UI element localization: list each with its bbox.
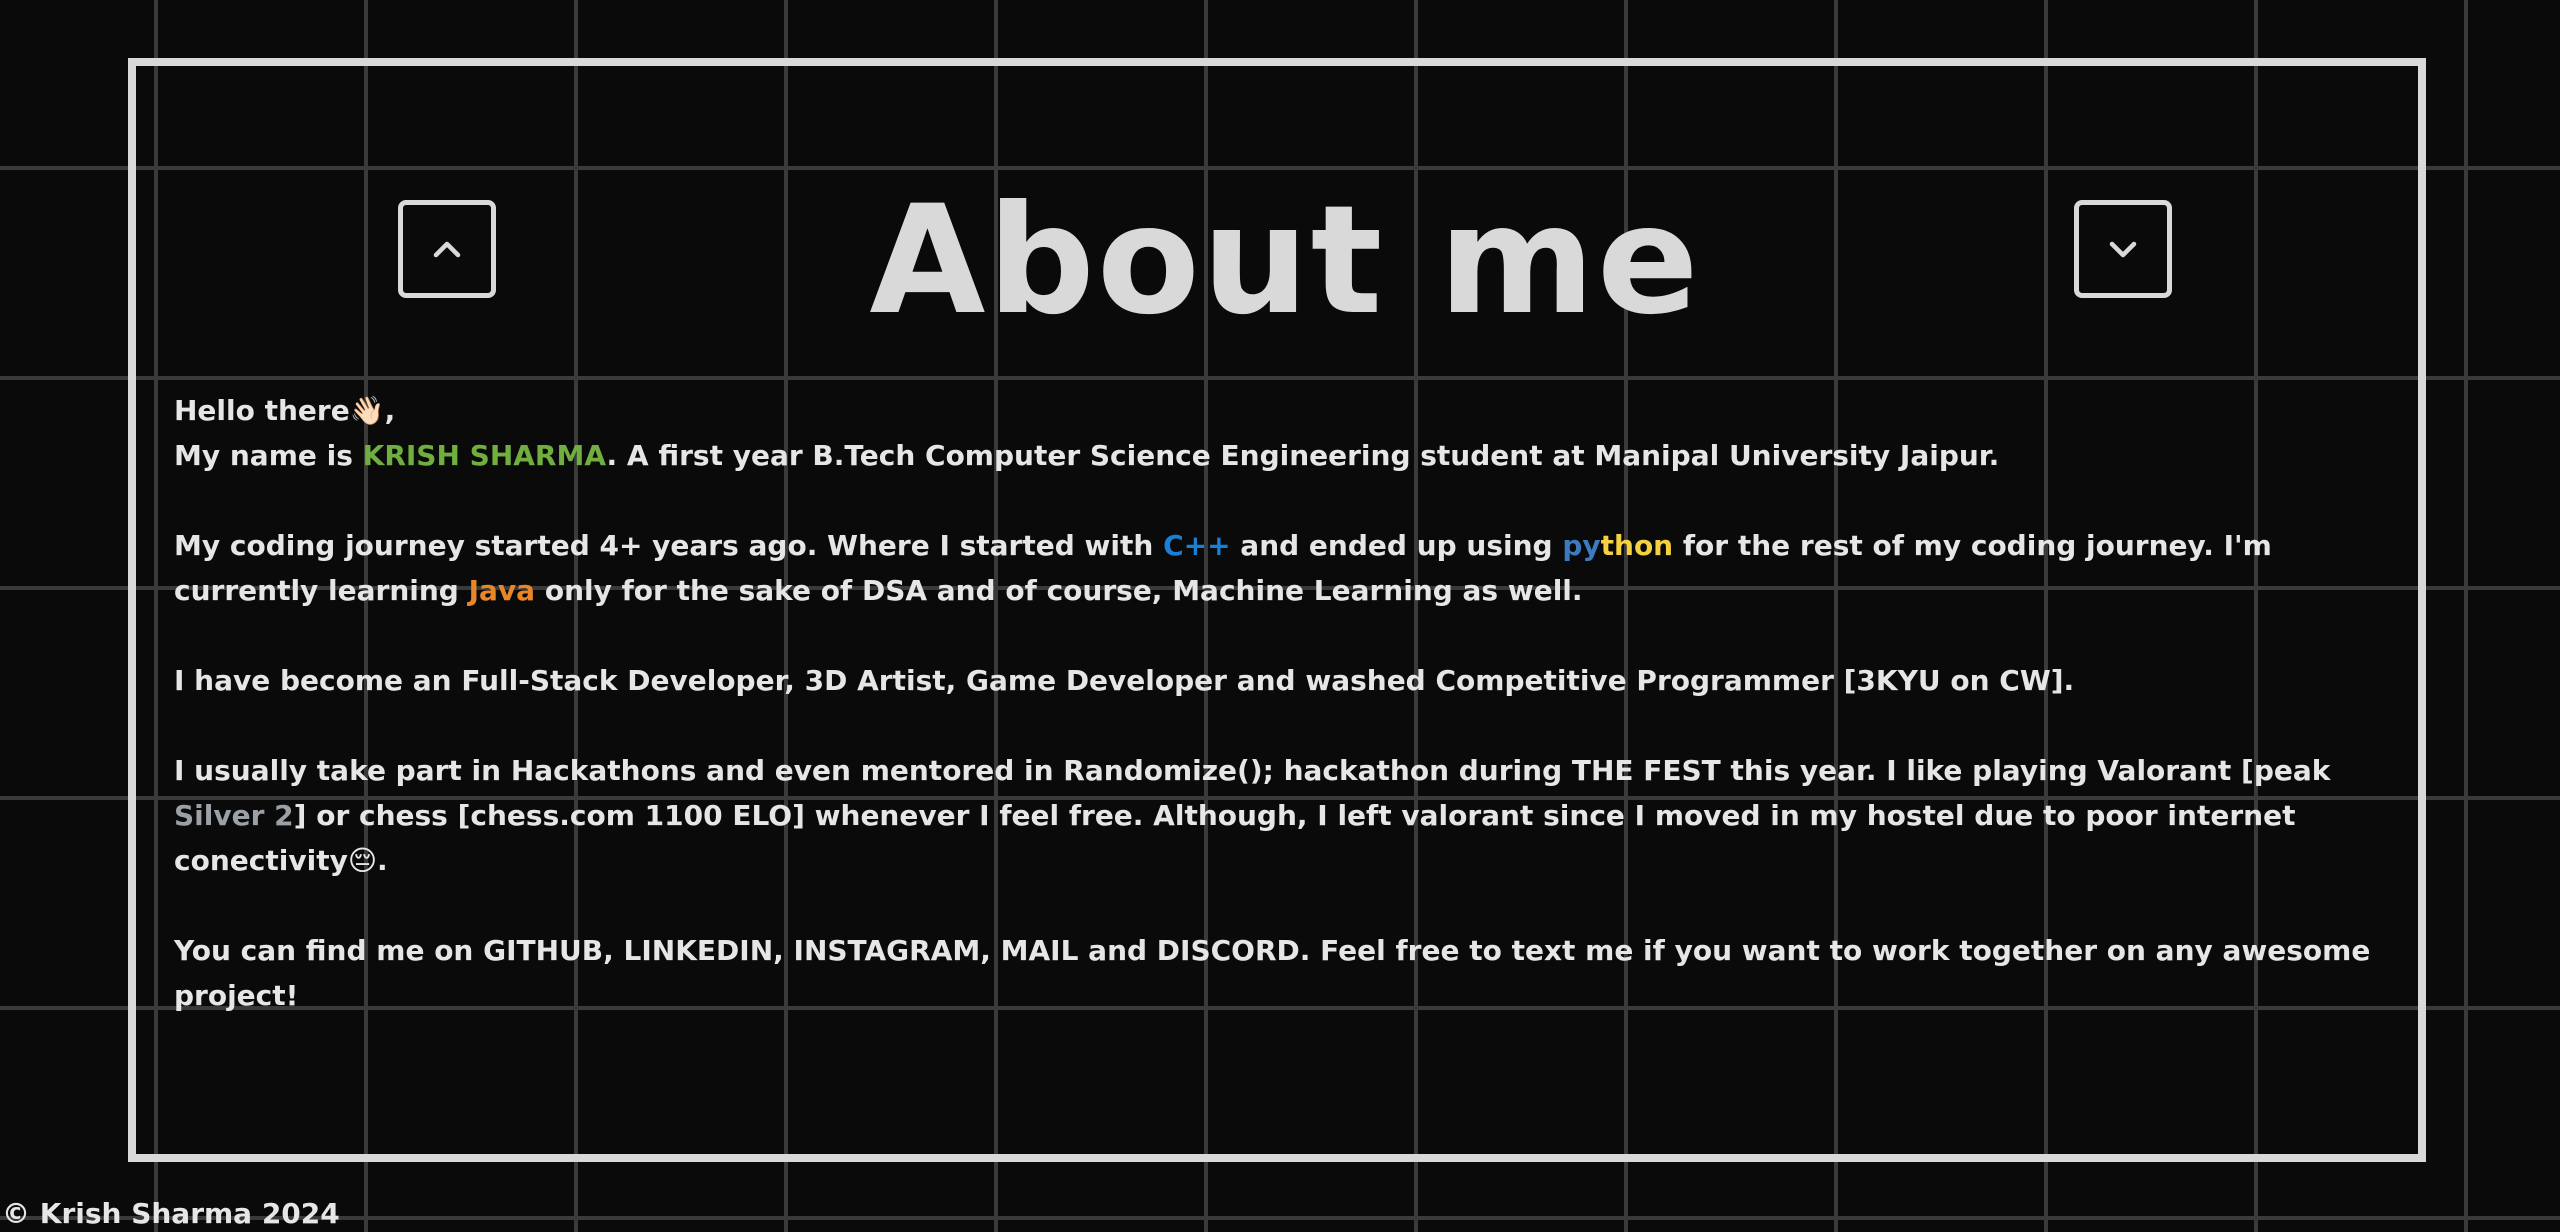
roles-paragraph: I have become an Full-Stack Developer, 3…: [174, 664, 2075, 697]
scroll-down-button[interactable]: [2074, 200, 2172, 298]
linkedin-link[interactable]: LINKEDIN: [624, 934, 774, 967]
greeting-suffix: ,: [384, 394, 396, 427]
coding-text-2: and ended up using: [1230, 529, 1563, 562]
github-link[interactable]: GITHUB: [483, 934, 603, 967]
about-panel: About me Hello there👋🏻, My name is KRISH…: [128, 58, 2426, 1162]
intro-prefix: My name is: [174, 439, 363, 472]
coding-text-4: only for the sake of DSA and of course, …: [535, 574, 1583, 607]
coding-journey-paragraph: My coding journey started 4+ years ago. …: [174, 523, 2424, 613]
contact-prefix: You can find me on: [174, 934, 484, 967]
contact-separator: and: [1078, 934, 1157, 967]
highlighted-name: KRISH SHARMA: [362, 439, 607, 472]
contact-paragraph: You can find me on GITHUB, LINKEDIN, INS…: [174, 928, 2424, 1018]
greeting-text: Hello there: [174, 394, 350, 427]
python-highlight-py: py: [1562, 529, 1601, 562]
footer-copyright: © Krish Sharma 2024: [2, 1197, 340, 1230]
python-highlight-thon: thon: [1600, 529, 1674, 562]
instagram-link[interactable]: INSTAGRAM: [794, 934, 981, 967]
intro-suffix: . A first year B.Tech Computer Science E…: [606, 439, 2000, 472]
pensive-emoji-icon: 😔: [347, 844, 378, 877]
hobbies-text-1: I usually take part in Hackathons and ev…: [174, 754, 2331, 787]
hobbies-text-3: .: [377, 844, 388, 877]
intro-paragraph: Hello there👋🏻, My name is KRISH SHARMA. …: [174, 388, 2424, 478]
about-content: Hello there👋🏻, My name is KRISH SHARMA. …: [174, 388, 2424, 1063]
silver-rank-highlight: Silver 2: [174, 799, 294, 832]
wave-emoji-icon: 👋🏻: [349, 394, 385, 427]
hobbies-text-2: ] or chess [chess.com 1100 ELO] whenever…: [174, 799, 2296, 877]
chevron-down-icon: [2109, 241, 2137, 258]
java-highlight: Java: [468, 574, 536, 607]
contact-separator: ,: [773, 934, 794, 967]
contact-separator: ,: [980, 934, 1001, 967]
contact-separator: ,: [603, 934, 624, 967]
cpp-highlight: C++: [1163, 529, 1231, 562]
hobbies-paragraph: I usually take part in Hackathons and ev…: [174, 748, 2424, 883]
discord-link[interactable]: DISCORD: [1157, 934, 1300, 967]
mail-link[interactable]: MAIL: [1001, 934, 1079, 967]
coding-text-1: My coding journey started 4+ years ago. …: [174, 529, 1164, 562]
